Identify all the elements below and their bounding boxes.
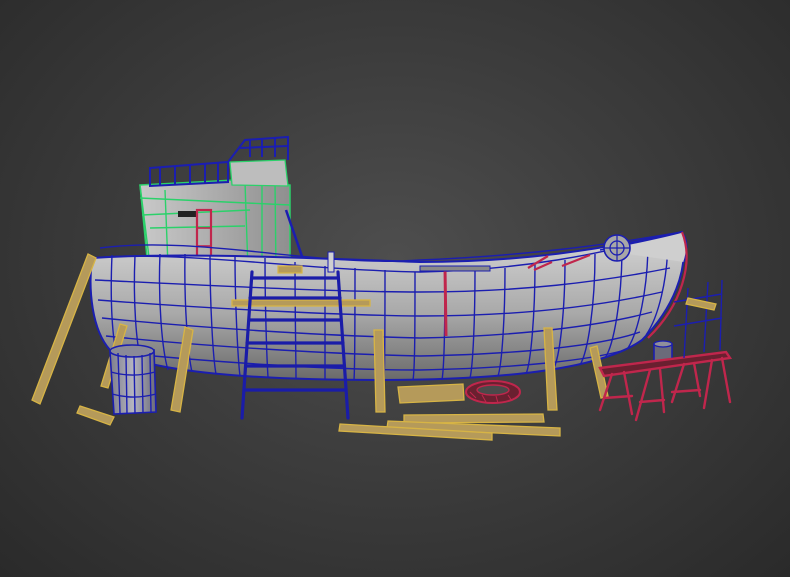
bow-rack bbox=[673, 279, 723, 359]
life-ring bbox=[465, 380, 521, 404]
ground-boards bbox=[338, 383, 561, 441]
side-plank bbox=[231, 299, 371, 307]
3d-viewport[interactable] bbox=[0, 0, 790, 577]
scene-render bbox=[31, 135, 733, 441]
barrel bbox=[109, 344, 157, 415]
sawhorses bbox=[598, 350, 733, 422]
rack-board bbox=[685, 297, 717, 311]
